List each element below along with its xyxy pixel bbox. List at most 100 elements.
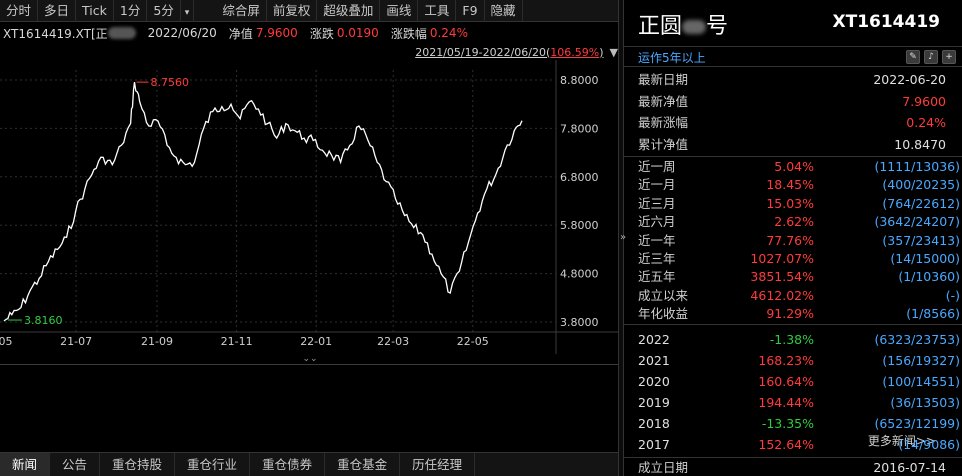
summary-value: 0.24% <box>906 115 946 130</box>
tab-top-bonds[interactable]: 重仓债券 <box>250 453 326 476</box>
run-tag: 运作5年以上 <box>638 51 706 65</box>
year-row[interactable]: 2021 168.23% (156/19327) <box>624 350 962 371</box>
tab-top-holdings[interactable]: 重仓持股 <box>100 453 176 476</box>
super-overlay-button[interactable]: 超级叠加 <box>317 0 381 22</box>
year-rank: (6523/12199) <box>874 416 960 431</box>
period-rank: (400/20235) <box>882 177 960 193</box>
fund-code-label: XT1614419.XT[正 <box>3 26 108 41</box>
range-return: 106.59% <box>550 45 600 59</box>
period-return: 2.62% <box>774 214 814 230</box>
tab-5-minute[interactable]: 5分 <box>147 0 181 22</box>
forward-adjust-button[interactable]: 前复权 <box>267 0 318 22</box>
fund-detail-panel: 正圆号 XT1614419 运作5年以上 ✎ ♪ + 最新日期 2022-06-2… <box>624 0 962 476</box>
nav-series-line[interactable] <box>3 82 523 322</box>
period-row[interactable]: 年化收益 91.29% (1/8566) <box>624 305 962 323</box>
summary-label: 最新日期 <box>638 72 689 87</box>
period-rank: (357/23413) <box>882 232 960 248</box>
period-return: 1027.07% <box>750 251 814 266</box>
tab-intraday[interactable]: 分时 <box>0 0 39 22</box>
year-row[interactable]: 2018 -13.35% (6523/12199) <box>624 413 962 434</box>
period-label: 近一周 <box>638 159 676 174</box>
period-row[interactable]: 近一月 18.45% (400/20235) <box>624 176 962 194</box>
chevron-down-icon: ▾ <box>184 7 190 18</box>
period-return: 15.03% <box>766 195 814 211</box>
year-return: 160.64% <box>758 374 814 389</box>
divider <box>624 46 962 47</box>
nav-chart[interactable]: 8.8000 7.8000 6.8000 5.8000 4.8000 3.8000 21-0… <box>0 60 618 354</box>
summary-value: 2022-06-20 <box>873 72 946 87</box>
period-row[interactable]: 近一年 77.76% (357/23413) <box>624 232 962 250</box>
period-return: 5.04% <box>774 159 814 174</box>
tab-news[interactable]: 新闻 <box>0 453 51 476</box>
composite-screen-button[interactable]: 综合屏 <box>216 0 267 22</box>
chart-settings-icon[interactable]: ▼ <box>610 46 618 59</box>
bell-icon[interactable]: ♪ <box>924 50 938 64</box>
period-return: 4612.02% <box>750 287 814 303</box>
year-row[interactable]: 2017 152.64% (14/9086) <box>624 434 962 455</box>
inception-row: 成立日期 2016-07-14 <box>624 457 962 476</box>
year-row[interactable]: 2020 160.64% (100/14551) <box>624 371 962 392</box>
period-row[interactable]: 近六月 2.62% (3642/24207) <box>624 213 962 231</box>
tools-button[interactable]: 工具 <box>418 0 457 22</box>
quote-date: 2022/06/20 <box>147 26 217 40</box>
redacted-name <box>107 27 136 39</box>
range-dates[interactable]: 2021/05/19-2022/06/20( <box>415 46 550 59</box>
quote-info-bar: XT1614419.XT[正 2022/06/20 净值 7.9600 涨跌 0… <box>0 23 618 43</box>
year-row[interactable]: 2019 194.44% (36/13503) <box>624 392 962 413</box>
summary-row: 最新净值 7.9600 <box>624 91 962 112</box>
tab-top-industries[interactable]: 重仓行业 <box>175 453 251 476</box>
x-tick-label: 22-01 <box>300 335 332 348</box>
period-label: 年化收益 <box>638 306 689 322</box>
year-label: 2020 <box>638 374 670 389</box>
period-return: 3851.54% <box>750 269 814 285</box>
year-rank: (14/9086) <box>898 437 960 452</box>
tab-top-funds[interactable]: 重仓基金 <box>325 453 401 476</box>
period-rank: (-) <box>945 287 960 303</box>
y-tick-label: 3.8000 <box>560 316 599 329</box>
period-label: 近一月 <box>638 177 676 193</box>
period-label: 近一年 <box>638 232 676 248</box>
change-pct-value: 0.24% <box>429 26 468 40</box>
draw-line-button[interactable]: 画线 <box>380 0 419 22</box>
range-close-paren: ) <box>599 45 604 59</box>
period-row[interactable]: 成立以来 4612.02% (-) <box>624 287 962 305</box>
year-return: 152.64% <box>758 437 814 452</box>
summary-row: 累计净值 10.8470 <box>624 134 962 155</box>
period-row[interactable]: 近三年 1027.07% (14/15000) <box>624 250 962 268</box>
edit-icon[interactable]: ✎ <box>906 50 920 64</box>
year-label: 2018 <box>638 416 670 431</box>
tab-1-minute[interactable]: 1分 <box>114 0 148 22</box>
change-pct-label: 涨跌幅 <box>390 26 427 41</box>
period-dropdown-button[interactable]: ▾ <box>181 0 195 22</box>
collapse-chevron-icon[interactable]: ⌄⌄ <box>300 354 320 364</box>
max-value-label: 8.7560 <box>150 76 189 89</box>
nav-label: 净值 <box>228 26 253 41</box>
info-tabs: 新闻 公告 重仓持股 重仓行业 重仓债券 重仓基金 历任经理 <box>0 452 618 476</box>
add-icon[interactable]: + <box>942 50 956 64</box>
period-row[interactable]: 近一周 5.04% (1111/13036) <box>624 158 962 176</box>
min-value-label: 3.8160 <box>24 314 63 327</box>
period-rank: (14/15000) <box>890 251 960 266</box>
period-row[interactable]: 近五年 3851.54% (1/10360) <box>624 268 962 286</box>
hide-button[interactable]: 隐藏 <box>485 0 523 22</box>
inception-value: 2016-07-14 <box>873 460 946 475</box>
y-tick-label: 4.8000 <box>560 268 599 281</box>
year-row[interactable]: 2022 -1.38% (6323/23753) <box>624 329 962 350</box>
period-rank: (1111/13036) <box>874 159 960 174</box>
nav-line-chart[interactable]: 8.8000 7.8000 6.8000 5.8000 4.8000 3.8000 21-0… <box>0 60 618 354</box>
f9-button[interactable]: F9 <box>456 0 485 22</box>
year-return: -1.38% <box>769 332 814 347</box>
period-label: 成立以来 <box>638 287 689 303</box>
range-selector[interactable]: 2021/05/19-2022/06/20(106.59%) ▼ <box>415 43 618 61</box>
tab-past-managers[interactable]: 历任经理 <box>400 453 476 476</box>
inception-label: 成立日期 <box>638 460 689 475</box>
fund-code: XT1614419 <box>832 12 940 32</box>
x-tick-label: 22-05 <box>457 335 489 348</box>
tab-tick[interactable]: Tick <box>76 0 114 22</box>
period-row[interactable]: 近三月 15.03% (764/22612) <box>624 195 962 213</box>
tab-multi-day[interactable]: 多日 <box>38 0 77 22</box>
x-tick-label: 21-07 <box>60 335 92 348</box>
year-rank: (36/13503) <box>890 395 960 410</box>
tab-announcements[interactable]: 公告 <box>50 453 101 476</box>
x-tick-label: 21-11 <box>221 335 253 348</box>
